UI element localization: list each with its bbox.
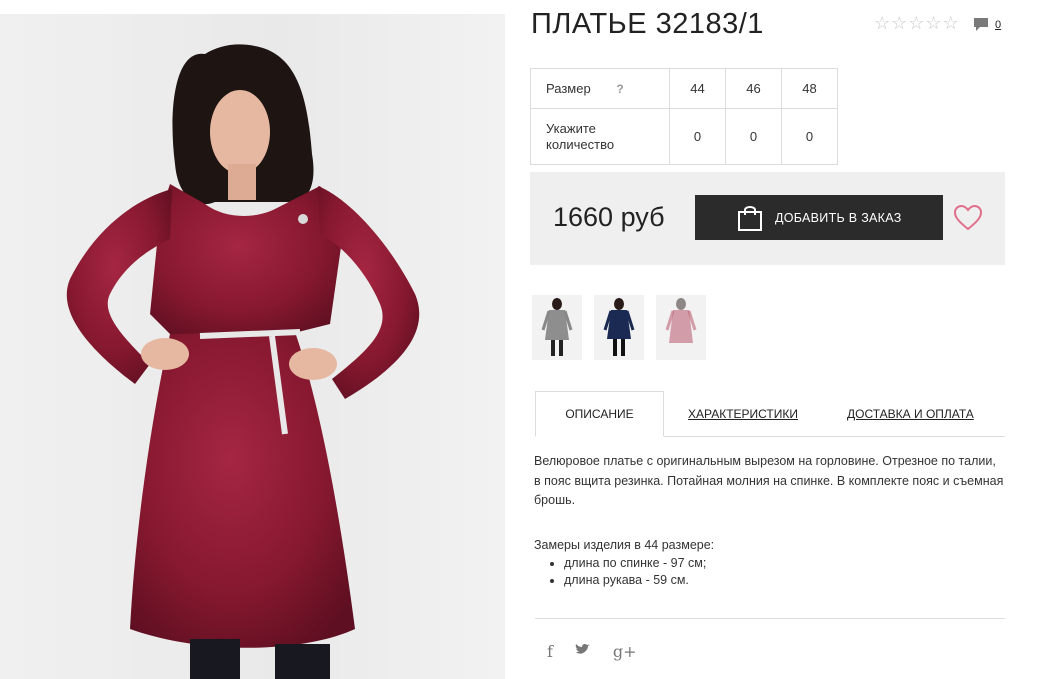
comment-icon — [974, 18, 988, 31]
info-tabs: ОПИСАНИЕ ХАРАКТЕРИСТИКИ ДОСТАВКА И ОПЛАТ… — [535, 391, 1005, 437]
rating-stars[interactable]: ☆ ☆ ☆ ☆ ☆ — [874, 14, 959, 32]
favorite-heart-icon[interactable] — [953, 204, 983, 236]
size-value: 44 — [669, 68, 726, 109]
size-row-label: Размер ? — [530, 68, 670, 109]
star-icon[interactable]: ☆ — [874, 14, 890, 32]
comments-count[interactable]: 0 — [995, 19, 1001, 31]
description-text: Велюровое платье с оригинальным вырезом … — [534, 454, 1004, 507]
star-icon[interactable]: ☆ — [943, 14, 959, 32]
quantity-row-label: Укажите количество — [530, 108, 670, 165]
size-table: Размер ? 44 46 48 Укажите количество 0 0… — [530, 68, 838, 165]
add-to-order-label: ДОБАВИТЬ В ЗАКАЗ — [775, 210, 902, 225]
product-description: Велюровое платье с оригинальным вырезом … — [534, 452, 1004, 511]
thumbnail-grey-dress[interactable] — [532, 295, 582, 360]
measurements: Замеры изделия в 44 размере: длина по сп… — [534, 537, 1004, 590]
quantity-input[interactable]: 0 — [781, 108, 838, 165]
tab-label: ДОСТАВКА И ОПЛАТА — [847, 406, 974, 421]
star-icon[interactable]: ☆ — [891, 14, 907, 32]
google-plus-icon[interactable]: g+ — [613, 642, 637, 661]
add-to-order-button[interactable]: ДОБАВИТЬ В ЗАКАЗ — [695, 195, 943, 240]
star-icon[interactable]: ☆ — [925, 14, 941, 32]
twitter-icon[interactable] — [575, 642, 591, 661]
list-item: длина рукава - 59 см. — [564, 572, 1004, 590]
size-value: 48 — [781, 68, 838, 109]
help-icon[interactable]: ? — [616, 82, 623, 96]
shopping-bag-icon — [737, 204, 763, 232]
price: 1660 руб — [553, 202, 665, 232]
measurements-title: Замеры изделия в 44 размере: — [534, 538, 715, 552]
divider — [535, 618, 1005, 619]
buy-box: 1660 руб ДОБАВИТЬ В ЗАКАЗ — [530, 172, 1005, 265]
color-thumbnails — [532, 295, 706, 360]
thumbnail-navy-dress[interactable] — [594, 295, 644, 360]
product-photo[interactable] — [0, 14, 505, 679]
tab-description[interactable]: ОПИСАНИЕ — [535, 391, 664, 437]
star-icon[interactable]: ☆ — [908, 14, 924, 32]
tab-label: ОПИСАНИЕ — [565, 407, 634, 421]
size-value: 46 — [725, 68, 782, 109]
dress-model-image — [66, 44, 420, 679]
list-item: длина по спинке - 97 см; — [564, 555, 1004, 573]
product-title: ПЛАТЬЕ 32183/1 — [531, 8, 764, 40]
comments-link[interactable]: 0 — [973, 17, 1001, 32]
social-share: f g+ — [547, 642, 637, 661]
thumbnail-burgundy-dress[interactable] — [656, 295, 706, 360]
quantity-input[interactable]: 0 — [669, 108, 726, 165]
facebook-icon[interactable]: f — [547, 642, 553, 661]
measurements-list: длина по спинке - 97 см; длина рукава - … — [534, 555, 1004, 590]
tab-delivery-payment[interactable]: ДОСТАВКА И ОПЛАТА — [847, 391, 974, 436]
tab-label: ХАРАКТЕРИСТИКИ — [688, 406, 799, 421]
size-label-text: Размер — [546, 81, 591, 96]
tab-characteristics[interactable]: ХАРАКТЕРИСТИКИ — [688, 391, 798, 436]
quantity-input[interactable]: 0 — [725, 108, 782, 165]
